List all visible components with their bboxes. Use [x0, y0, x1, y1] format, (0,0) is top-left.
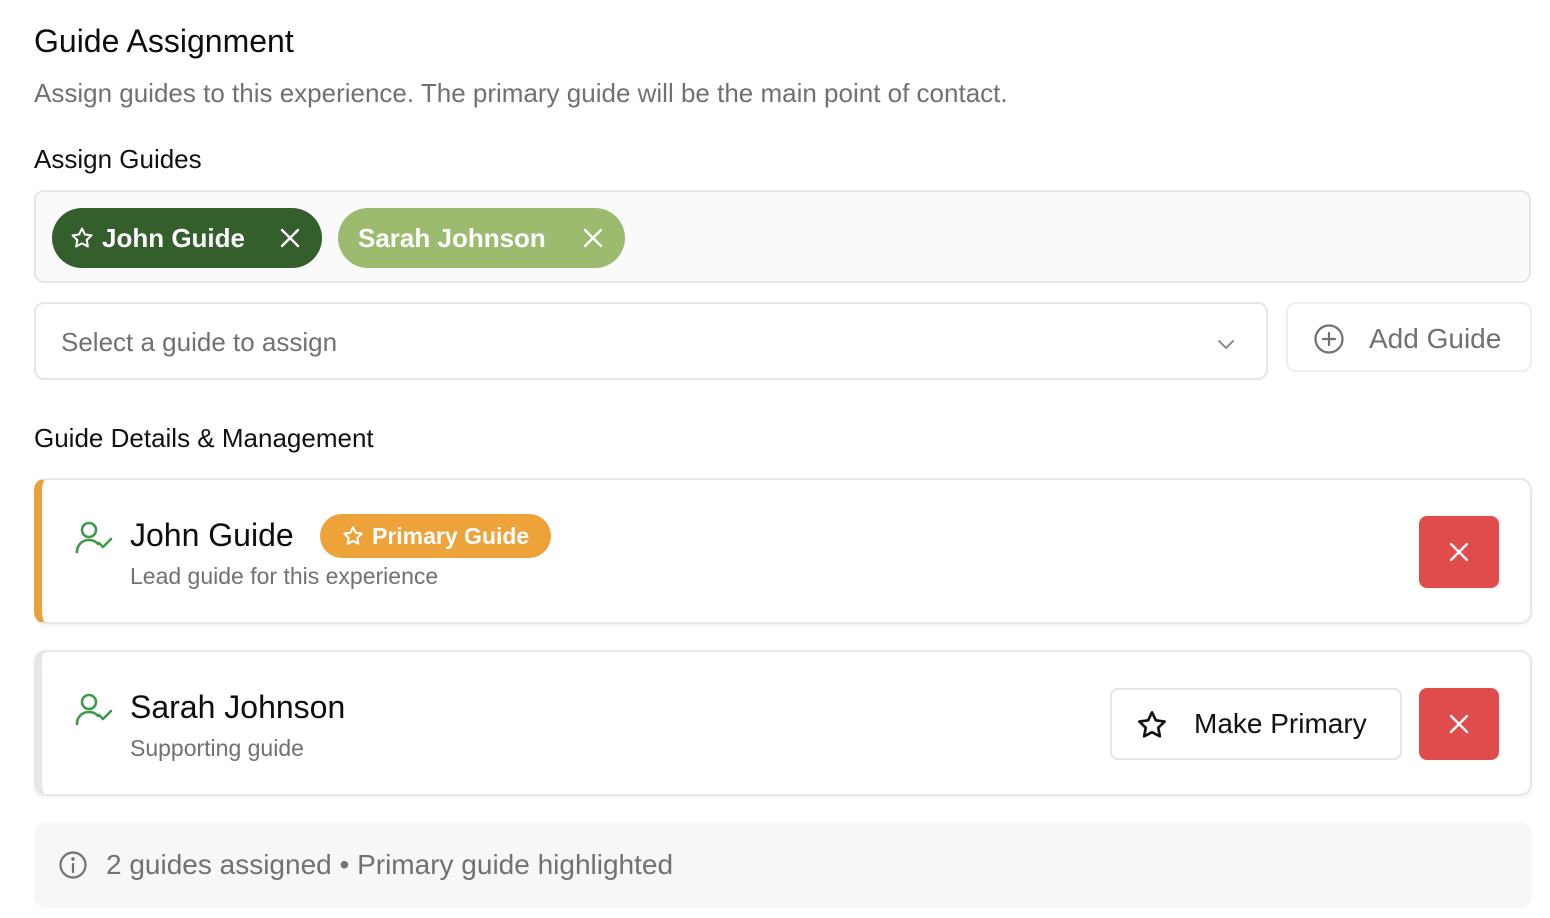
- page-subtitle: Assign guides to this experience. The pr…: [34, 78, 1008, 108]
- guide-details-label: Guide Details & Management: [34, 423, 374, 453]
- chevron-down-icon: [1218, 340, 1234, 349]
- page-title: Guide Assignment: [34, 23, 294, 59]
- assignment-summary-text: 2 guides assigned • Primary guide highli…: [106, 849, 674, 880]
- remove-guide-button[interactable]: [1419, 688, 1499, 760]
- primary-guide-badge-label: Primary Guide: [372, 522, 530, 549]
- guide-card-primary: John Guide Primary Guide Lead guide for …: [34, 478, 1532, 624]
- guide-chip-primary[interactable]: John Guide: [52, 208, 322, 268]
- guide-select-placeholder: Select a guide to assign: [61, 327, 338, 357]
- assignment-summary: 2 guides assigned • Primary guide highli…: [34, 822, 1532, 908]
- star-icon: [71, 227, 93, 248]
- close-icon[interactable]: [581, 226, 605, 250]
- guide-description: Lead guide for this experience: [130, 563, 439, 589]
- close-icon[interactable]: [278, 226, 302, 250]
- add-guide-button[interactable]: Add Guide: [1286, 302, 1532, 372]
- remove-guide-button[interactable]: [1419, 516, 1499, 588]
- close-icon: [1449, 714, 1469, 734]
- primary-guide-badge: Primary Guide: [320, 514, 552, 558]
- star-icon: [1138, 711, 1166, 738]
- assigned-guides-chips: John Guide Sarah Johnson: [34, 190, 1531, 283]
- plus-circle-icon: [1314, 324, 1344, 354]
- guide-select[interactable]: Select a guide to assign: [34, 302, 1268, 380]
- make-primary-button[interactable]: Make Primary: [1110, 688, 1402, 760]
- close-icon: [1449, 542, 1469, 562]
- guide-name: John Guide: [130, 517, 294, 553]
- make-primary-label: Make Primary: [1194, 708, 1367, 739]
- guide-chip-label: Sarah Johnson: [358, 222, 546, 253]
- guide-chip-label: John Guide: [102, 222, 245, 253]
- info-icon: [59, 851, 87, 879]
- guide-card-secondary: Sarah Johnson Supporting guide Make Prim…: [34, 650, 1532, 796]
- guide-name: Sarah Johnson: [130, 689, 346, 725]
- add-guide-label: Add Guide: [1369, 323, 1502, 354]
- guide-chip-secondary[interactable]: Sarah Johnson: [338, 208, 625, 268]
- assign-guides-label: Assign Guides: [34, 144, 202, 174]
- user-check-icon: [75, 693, 113, 726]
- star-icon: [343, 526, 363, 545]
- guide-description: Supporting guide: [130, 735, 304, 761]
- user-check-icon: [75, 521, 113, 554]
